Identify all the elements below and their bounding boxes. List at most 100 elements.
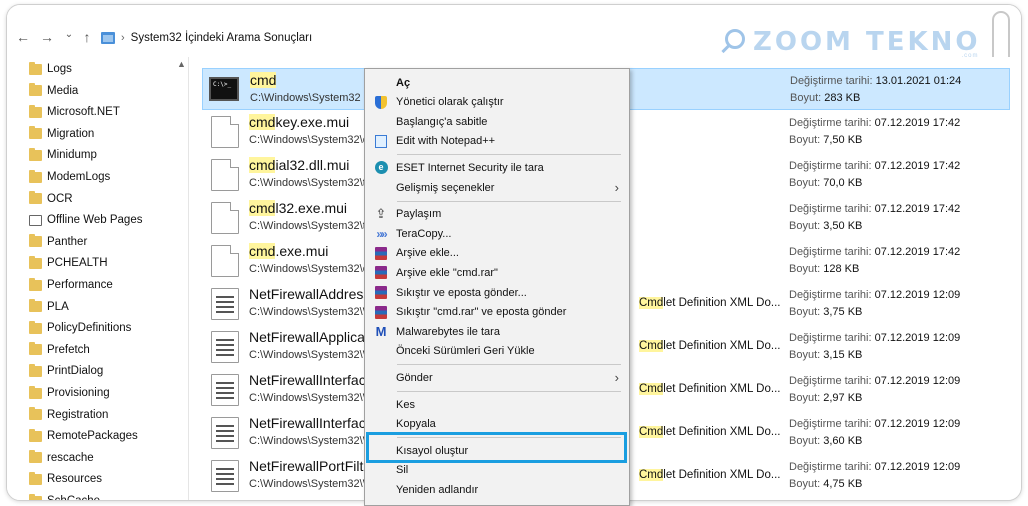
search-folder-icon <box>101 32 115 44</box>
file-size-label: Boyut: <box>789 177 821 189</box>
file-name-rest: ial32.dll.mui <box>275 157 350 173</box>
menu-item[interactable]: ⇪ Paylaşım <box>365 205 629 224</box>
folder-icon <box>29 407 42 421</box>
winrar-icon <box>373 245 389 261</box>
sidebar-item[interactable]: Migration <box>29 124 94 144</box>
sidebar-item[interactable]: PLA <box>29 297 69 317</box>
folder-icon <box>29 320 42 334</box>
share-icon: ⇪ <box>373 206 389 222</box>
submenu-chevron-icon: › <box>614 370 619 386</box>
menu-item[interactable]: Sıkıştır ve eposta gönder... <box>365 283 629 302</box>
scroll-up-icon[interactable]: ▲ <box>177 59 186 69</box>
menu-item[interactable]: Yönetici olarak çalıştır <box>365 93 629 112</box>
recent-dropdown-icon[interactable]: ⌄ <box>61 27 77 43</box>
sidebar-item-label: Media <box>47 84 79 97</box>
search-match: Cmd <box>639 426 664 438</box>
sidebar-item[interactable]: OCR <box>29 189 73 209</box>
menu-item-label: Önceki Sürümleri Geri Yükle <box>396 345 535 358</box>
doc-icon <box>211 116 239 148</box>
sidebar-item-label: Resources <box>47 473 102 486</box>
sidebar-item[interactable]: Resources <box>29 469 102 489</box>
sidebar-item-label: PrintDialog <box>47 365 104 378</box>
up-arrow-icon[interactable]: ↑ <box>79 29 95 45</box>
winrar-icon <box>373 285 389 301</box>
file-name: NetFirewallPortFilter <box>249 458 374 474</box>
sidebar-item[interactable]: SchCache <box>29 491 100 500</box>
sidebar-item-label: rescache <box>47 451 94 464</box>
file-size-label: Boyut: <box>789 134 821 146</box>
sidebar-item[interactable]: Performance <box>29 275 113 295</box>
modified-date-value: 07.12.2019 12:09 <box>874 418 961 430</box>
menu-item-label: Gelişmiş seçenekler <box>396 181 495 194</box>
menu-item[interactable]: e ESET Internet Security ile tara <box>365 158 629 177</box>
modified-date-value: 07.12.2019 17:42 <box>874 203 961 215</box>
file-type-rest: let Definition XML Do... <box>663 426 781 438</box>
menu-item[interactable]: Kes <box>365 395 629 414</box>
menu-item[interactable]: Gönder › <box>365 368 629 387</box>
sidebar-item[interactable]: Offline Web Pages <box>29 210 142 230</box>
file-name: cmd <box>250 72 277 88</box>
modified-date-label: Değiştirme tarihi: <box>789 461 872 473</box>
menu-item[interactable]: Sil <box>365 461 629 480</box>
modified-date-label: Değiştirme tarihi: <box>789 203 872 215</box>
sidebar-item[interactable]: Media <box>29 81 78 101</box>
sidebar-item[interactable]: rescache <box>29 448 94 468</box>
sidebar-item-label: ModemLogs <box>47 171 111 183</box>
sidebar-item-label: Migration <box>47 127 95 140</box>
sidebar-item-label: Registration <box>47 408 109 421</box>
menu-item[interactable]: Arşive ekle "cmd.rar" <box>365 263 629 282</box>
sidebar-item[interactable]: Provisioning <box>29 383 110 403</box>
sidebar-item[interactable]: Microsoft.NET <box>29 102 120 122</box>
menu-item[interactable]: Kopyala <box>365 415 629 434</box>
forward-arrow-icon[interactable]: → <box>39 29 55 45</box>
modified-date-label: Değiştirme tarihi: <box>789 289 872 301</box>
modified-date-label: Değiştirme tarihi: <box>789 246 872 258</box>
file-size: Boyut: 283 KB <box>790 92 860 104</box>
modified-date-value: 07.12.2019 17:42 <box>874 160 961 172</box>
sidebar-item-label: Logs <box>47 63 72 75</box>
sidebar-item-label: Offline Web Pages <box>47 214 143 227</box>
breadcrumb-path[interactable]: System32 İçindeki Arama Sonuçları <box>131 32 313 44</box>
menu-item[interactable]: M Malwarebytes ile tara <box>365 322 629 341</box>
sidebar-item[interactable]: ModemLogs <box>29 167 110 187</box>
menu-item-label: Gönder <box>396 371 433 384</box>
menu-item[interactable]: Edit with Notepad++ <box>365 132 629 151</box>
file-size-value: 3,50 KB <box>823 220 863 232</box>
file-size-value: 4,75 KB <box>823 478 863 490</box>
sidebar-item[interactable]: Logs <box>29 59 72 79</box>
file-size-value: 7,50 KB <box>823 134 863 146</box>
menu-item[interactable]: Arşive ekle... <box>365 244 629 263</box>
back-arrow-icon[interactable]: ← <box>15 29 31 45</box>
menu-item[interactable]: Gelişmiş seçenekler › <box>365 178 629 197</box>
file-size: Boyut: 3,60 KB <box>789 435 862 447</box>
file-size: Boyut: 2,97 KB <box>789 392 862 404</box>
sidebar-item[interactable]: Registration <box>29 405 108 425</box>
sidebar-item[interactable]: PrintDialog <box>29 361 103 381</box>
menu-item-label: TeraCopy... <box>396 227 452 240</box>
file-name-rest: key.exe.mui <box>275 114 350 130</box>
file-type-rest: let Definition XML Do... <box>663 383 781 395</box>
menu-item[interactable]: Önceki Sürümleri Geri Yükle <box>365 342 629 361</box>
sidebar-item[interactable]: Minidump <box>29 145 97 165</box>
shield-icon-glyph <box>375 95 387 109</box>
file-path: C:\Windows\System32\en <box>249 134 374 146</box>
modified-date-value: 13.01.2021 01:24 <box>875 75 962 87</box>
sidebar-item[interactable]: PolicyDefinitions <box>29 318 131 338</box>
sidebar-item[interactable]: Prefetch <box>29 340 90 360</box>
menu-item-label: ESET Internet Security ile tara <box>396 161 544 174</box>
folder-icon <box>29 169 42 183</box>
sidebar-item[interactable]: RemotePackages <box>29 426 138 446</box>
menu-item[interactable]: Yeniden adlandır <box>365 480 629 499</box>
menu-item[interactable]: Sıkıştır "cmd.rar" ve eposta gönder <box>365 303 629 322</box>
menu-item-label: Sıkıştır "cmd.rar" ve eposta gönder <box>396 306 567 319</box>
menu-item[interactable]: Başlangıç'a sabitle <box>365 112 629 131</box>
menu-item[interactable]: Aç <box>365 73 629 92</box>
sidebar-item-label: Provisioning <box>47 387 110 399</box>
sidebar-item[interactable]: Panther <box>29 232 87 252</box>
sidebar-item[interactable]: PCHEALTH <box>29 253 108 273</box>
menu-item[interactable]: »» TeraCopy... <box>365 224 629 243</box>
folder-icon <box>29 385 42 399</box>
magnifier-logo-icon <box>719 27 749 57</box>
file-path: C:\Windows\System32\W <box>249 392 374 404</box>
file-name: cmdial32.dll.mui <box>249 157 349 173</box>
